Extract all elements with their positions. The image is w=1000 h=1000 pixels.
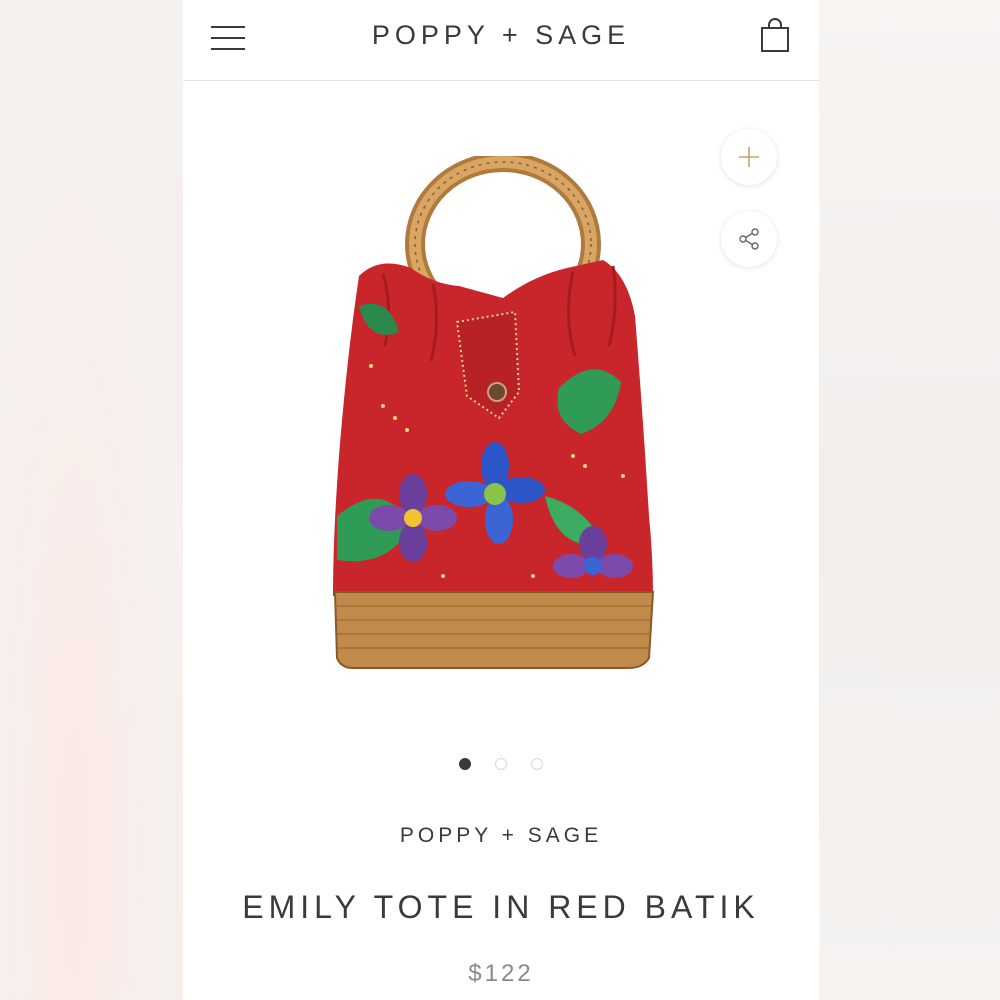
product-page: POPPY + SAGE POPPY + SAGE EMILY TOTE IN … (183, 0, 819, 1000)
product-vendor[interactable]: POPPY + SAGE (183, 824, 819, 848)
pagination-dot-3[interactable] (531, 758, 544, 770)
product-image[interactable] (323, 152, 683, 681)
pagination-dot-1[interactable] (458, 758, 471, 770)
brand-logo[interactable]: POPPY + SAGE (183, 20, 819, 51)
pagination-dot-2[interactable] (495, 758, 507, 770)
product-title: EMILY TOTE IN RED BATIK (242, 889, 760, 925)
product-price: $122 (468, 960, 534, 987)
add-button[interactable] (721, 129, 777, 185)
gallery-pagination (183, 757, 819, 773)
share-button[interactable] (721, 211, 777, 267)
background-blur-left (0, 0, 183, 1000)
plus-icon (739, 147, 759, 167)
share-icon (739, 228, 759, 250)
product-gallery[interactable] (183, 81, 819, 741)
background-blur-right (818, 0, 1000, 1000)
site-header: POPPY + SAGE (183, 0, 819, 81)
shopping-bag-icon[interactable] (759, 16, 791, 54)
